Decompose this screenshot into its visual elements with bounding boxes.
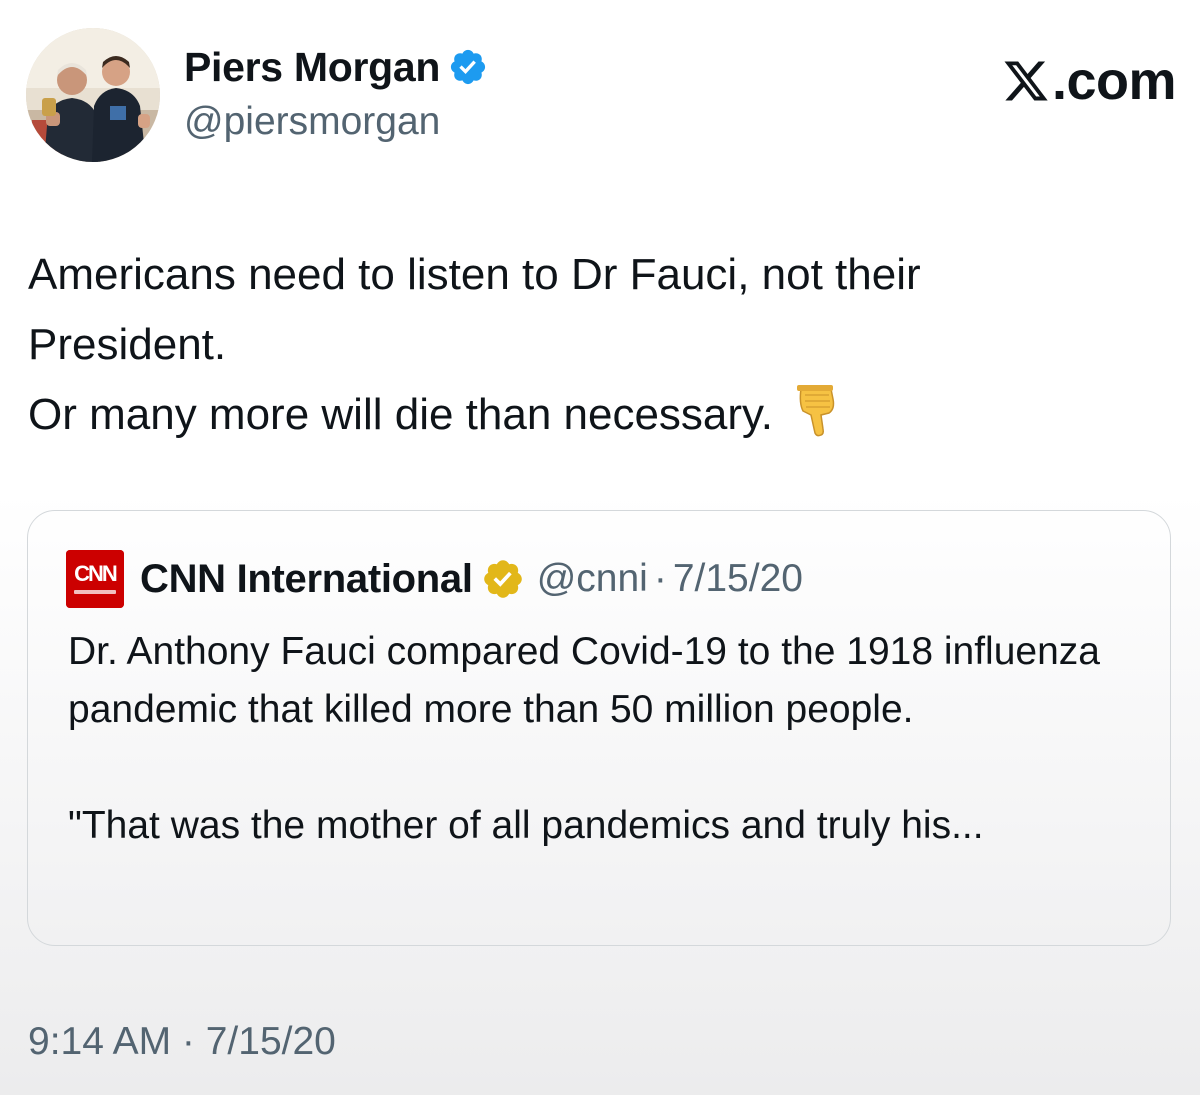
quoted-tweet-text: Dr. Anthony Fauci compared Covid-19 to t… [68,623,1148,855]
x-logo-icon [1004,61,1048,101]
tweet-text: Americans need to listen to Dr Fauci, no… [28,240,1168,450]
quoted-author-name[interactable]: CNN International [140,557,473,602]
author-name-row: Piers Morgan [184,42,488,92]
quoted-paragraph-2: "That was the mother of all pandemics an… [68,804,984,847]
quoted-paragraph-1: Dr. Anthony Fauci compared Covid-19 to t… [68,630,1100,731]
quoted-date[interactable]: 7/15/20 [673,557,803,600]
quoted-author-handle[interactable]: @cnni [537,557,648,600]
author-handle[interactable]: @piersmorgan [184,100,488,144]
author-block: Piers Morgan @piersmorgan [184,42,488,144]
quoted-tweet-card[interactable]: CNN CNN International @cnni · 7/15/20 Dr. … [27,510,1171,946]
tweet-line-2: President. [28,320,227,369]
backhand-index-pointing-down-icon [797,385,835,437]
author-avatar[interactable] [26,28,160,162]
verified-badge-icon [451,49,486,85]
cnn-logo-icon: CNN [66,550,124,608]
profile-photo-two-men-icon [26,28,160,162]
tweet-line-1: Americans need to listen to Dr Fauci, no… [28,250,921,299]
quoted-meta: @cnni · 7/15/20 [537,557,803,601]
quoted-tweet-header: CNN CNN International @cnni · 7/15/20 [66,549,803,609]
tweet-line-3: Or many more will die than necessary. [28,380,1168,450]
meta-separator: · [653,557,667,600]
site-logo-text: .com [1051,51,1177,111]
author-name[interactable]: Piers Morgan [184,44,440,91]
tweet-timestamp[interactable]: 9:14 AM · 7/15/20 [28,1020,336,1064]
site-logo: .com [1002,50,1177,112]
tweet-line-3-text: Or many more will die than necessary. [28,390,774,439]
svg-text:CNN: CNN [74,561,117,586]
tweet-header: Piers Morgan @piersmorgan .com [26,28,1177,163]
cnn-international-logo[interactable]: CNN [66,550,124,608]
gold-verified-badge-icon [483,560,522,598]
